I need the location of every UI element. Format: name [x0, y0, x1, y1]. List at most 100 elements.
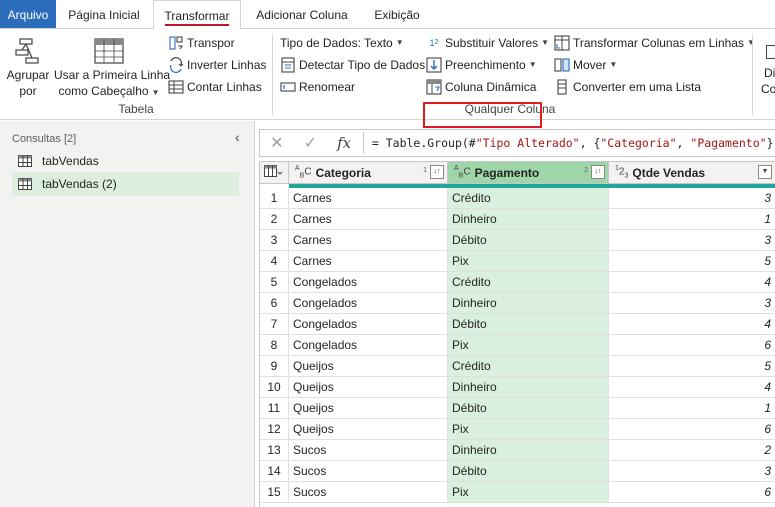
- row-number[interactable]: 3: [260, 230, 289, 251]
- usar-primeira-linha-button[interactable]: Usar a Primeira Linha como Cabeçalho ▼: [54, 35, 170, 101]
- cell-qtde-vendas[interactable]: 1: [609, 398, 775, 419]
- mover-button[interactable]: Mover ▼: [554, 55, 617, 75]
- row-number[interactable]: 12: [260, 419, 289, 440]
- cell-categoria[interactable]: Sucos: [289, 440, 448, 461]
- formula-input[interactable]: = Table.Group(#"Tipo Alterado", {"Catego…: [366, 136, 775, 150]
- row-number[interactable]: 1: [260, 188, 289, 209]
- column-header-label: Qtde Vendas: [632, 165, 706, 180]
- detectar-tipo-button[interactable]: Detectar Tipo de Dados: [280, 55, 425, 75]
- sort-filter-icon[interactable]: ↓↑: [430, 165, 444, 179]
- ribbon: Agrupar por Usar a Primeira Linha como C…: [0, 28, 775, 128]
- row-number[interactable]: 13: [260, 440, 289, 461]
- cell-categoria[interactable]: Sucos: [289, 482, 448, 503]
- fx-icon[interactable]: fx: [327, 130, 361, 156]
- sort-filter-icon[interactable]: ↓↑: [591, 165, 605, 179]
- cell-categoria[interactable]: Congelados: [289, 272, 448, 293]
- transpor-button[interactable]: Transpor: [168, 33, 235, 53]
- collapse-pane-icon[interactable]: ‹: [235, 129, 240, 145]
- cell-categoria[interactable]: Congelados: [289, 314, 448, 335]
- renomear-button[interactable]: Renomear: [280, 77, 355, 97]
- row-number[interactable]: 10: [260, 377, 289, 398]
- transpose-icon: [168, 35, 184, 51]
- row-number[interactable]: 11: [260, 398, 289, 419]
- cell-pagamento[interactable]: Dinheiro: [448, 293, 609, 314]
- inverter-linhas-button[interactable]: Inverter Linhas: [168, 55, 266, 75]
- tab-transformar[interactable]: Transformar: [153, 0, 241, 29]
- cell-categoria[interactable]: Sucos: [289, 461, 448, 482]
- tipo-de-dados-dropdown[interactable]: Tipo de Dados: Texto ▼: [280, 33, 404, 53]
- tab-arquivo[interactable]: Arquivo: [0, 0, 56, 28]
- coluna-dinamica-button[interactable]: Coluna Dinâmica: [426, 77, 536, 97]
- cell-pagamento[interactable]: Débito: [448, 398, 609, 419]
- cell-qtde-vendas[interactable]: 5: [609, 251, 775, 272]
- tab-transformar-label: Transformar: [164, 9, 230, 26]
- cancel-icon[interactable]: ✕: [260, 130, 294, 156]
- cell-categoria[interactable]: Congelados: [289, 293, 448, 314]
- cell-categoria[interactable]: Queijos: [289, 419, 448, 440]
- cell-qtde-vendas[interactable]: 6: [609, 419, 775, 440]
- cut-off-icon: [766, 45, 775, 59]
- cell-pagamento[interactable]: Dinheiro: [448, 440, 609, 461]
- cell-pagamento[interactable]: Pix: [448, 251, 609, 272]
- cell-qtde-vendas[interactable]: 6: [609, 482, 775, 503]
- cell-qtde-vendas[interactable]: 1: [609, 209, 775, 230]
- cell-pagamento[interactable]: Crédito: [448, 188, 609, 209]
- tab-pagina-inicial[interactable]: Página Inicial: [60, 0, 148, 28]
- row-number[interactable]: 15: [260, 482, 289, 503]
- cell-pagamento[interactable]: Crédito: [448, 356, 609, 377]
- cell-qtde-vendas[interactable]: 3: [609, 293, 775, 314]
- cell-pagamento[interactable]: Débito: [448, 230, 609, 251]
- cell-qtde-vendas[interactable]: 2: [609, 440, 775, 461]
- cell-pagamento[interactable]: Pix: [448, 419, 609, 440]
- cell-pagamento[interactable]: Pix: [448, 482, 609, 503]
- cell-qtde-vendas[interactable]: 3: [609, 188, 775, 209]
- cell-categoria[interactable]: Carnes: [289, 251, 448, 272]
- cell-qtde-vendas[interactable]: 6: [609, 335, 775, 356]
- cell-qtde-vendas[interactable]: 4: [609, 272, 775, 293]
- row-number[interactable]: 2: [260, 209, 289, 230]
- row-number[interactable]: 4: [260, 251, 289, 272]
- cut-off-ribbon-button[interactable]: Di Col: [758, 45, 775, 97]
- cell-categoria[interactable]: Congelados: [289, 335, 448, 356]
- tab-exibicao[interactable]: Exibição: [364, 0, 430, 28]
- cell-pagamento[interactable]: Crédito: [448, 272, 609, 293]
- cell-categoria[interactable]: Carnes: [289, 230, 448, 251]
- cell-categoria[interactable]: Carnes: [289, 188, 448, 209]
- row-number[interactable]: 14: [260, 461, 289, 482]
- preenchimento-label: Preenchimento: [445, 58, 526, 72]
- cell-pagamento[interactable]: Débito: [448, 314, 609, 335]
- cell-categoria[interactable]: Queijos: [289, 398, 448, 419]
- cell-pagamento[interactable]: Dinheiro: [448, 209, 609, 230]
- transformar-colunas-em-linhas-button[interactable]: Transformar Colunas em Linhas ▼: [554, 33, 755, 53]
- cell-qtde-vendas[interactable]: 3: [609, 230, 775, 251]
- query-item-tabvendas-2[interactable]: tabVendas (2): [12, 172, 239, 196]
- row-number[interactable]: 7: [260, 314, 289, 335]
- row-number[interactable]: 5: [260, 272, 289, 293]
- cell-qtde-vendas[interactable]: 5: [609, 356, 775, 377]
- cell-pagamento[interactable]: Débito: [448, 461, 609, 482]
- row-number[interactable]: 9: [260, 356, 289, 377]
- query-item-tabvendas[interactable]: tabVendas: [12, 149, 239, 173]
- cell-qtde-vendas[interactable]: 4: [609, 377, 775, 398]
- cell-pagamento[interactable]: Dinheiro: [448, 377, 609, 398]
- cell-qtde-vendas[interactable]: 3: [609, 461, 775, 482]
- cell-pagamento[interactable]: Pix: [448, 335, 609, 356]
- column-header-qtde-vendas[interactable]: 123 Qtde Vendas ▼: [609, 162, 775, 184]
- tab-adicionar-coluna[interactable]: Adicionar Coluna: [248, 0, 356, 28]
- cell-qtde-vendas[interactable]: 4: [609, 314, 775, 335]
- column-header-pagamento[interactable]: ABC Pagamento 2 ↓↑: [448, 162, 609, 184]
- substituir-valores-button[interactable]: 12 Substituir Valores ▼: [426, 33, 550, 53]
- row-number[interactable]: 6: [260, 293, 289, 314]
- filter-dropdown-icon[interactable]: ▼: [758, 165, 772, 179]
- row-number[interactable]: 8: [260, 335, 289, 356]
- column-header-categoria[interactable]: ABC Categoria 1 ↓↑: [289, 162, 448, 184]
- converter-em-lista-button[interactable]: Converter em uma Lista: [554, 77, 701, 97]
- cell-categoria[interactable]: Queijos: [289, 377, 448, 398]
- contar-linhas-button[interactable]: Contar Linhas: [168, 77, 262, 97]
- cell-categoria[interactable]: Carnes: [289, 209, 448, 230]
- preenchimento-button[interactable]: Preenchimento ▼: [426, 55, 537, 75]
- cell-categoria[interactable]: Queijos: [289, 356, 448, 377]
- agrupar-por-button[interactable]: Agrupar por: [4, 35, 52, 99]
- table-menu-corner[interactable]: [260, 162, 289, 184]
- check-icon[interactable]: ✓: [294, 130, 328, 156]
